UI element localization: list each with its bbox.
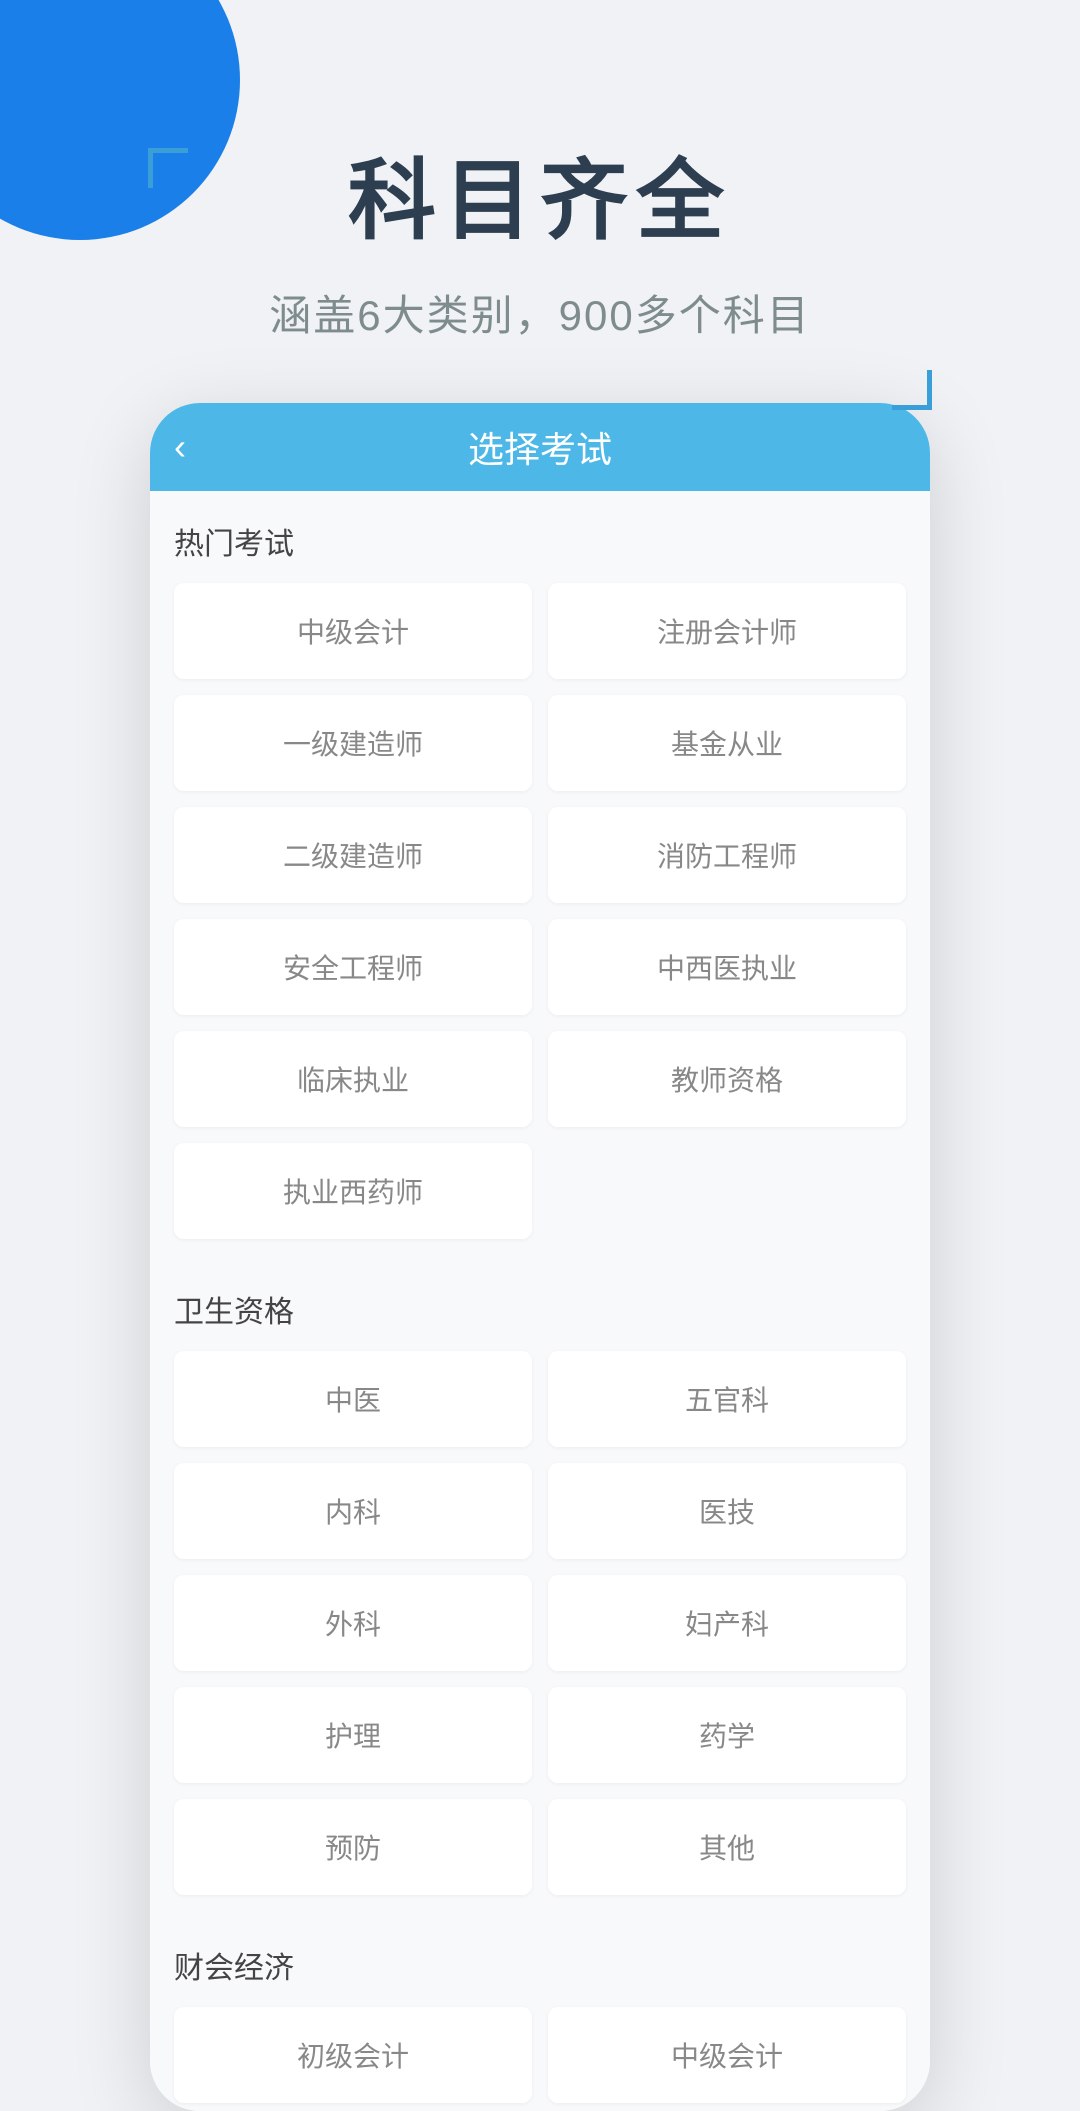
exam-item-neike[interactable]: 内科 (174, 1463, 532, 1559)
back-icon: ‹ (174, 426, 186, 468)
exam-item-chujikuaiji[interactable]: 初级会计 (174, 2007, 532, 2103)
finance-exam-grid: 初级会计 中级会计 (174, 2007, 906, 2103)
hot-exam-grid: 中级会计 注册会计师 一级建造师 基金从业 二级建造师 消防工程师 安全工程师 … (174, 583, 906, 1239)
nav-title: 选择考试 (234, 421, 846, 473)
app-navbar: ‹ 选择考试 (150, 403, 930, 491)
exam-item-yufang[interactable]: 预防 (174, 1799, 532, 1895)
exam-item-zhongjikuaiji[interactable]: 中级会计 (174, 583, 532, 679)
exam-item-erjijianzhashi[interactable]: 二级建造师 (174, 807, 532, 903)
exam-item-zhucekuaijishi[interactable]: 注册会计师 (548, 583, 906, 679)
bracket-top-left-decoration (148, 148, 188, 188)
app-content: 热门考试 中级会计 注册会计师 一级建造师 基金从业 二级建造师 消防工程师 安… (150, 491, 930, 2111)
exam-item-zhongyi[interactable]: 中医 (174, 1351, 532, 1447)
exam-item-wuguanke[interactable]: 五官科 (548, 1351, 906, 1447)
sub-title: 涵盖6大类别，900多个科目 (0, 282, 1080, 343)
health-exam-grid: 中医 五官科 内科 医技 外科 妇产科 护理 药学 预防 其他 (174, 1351, 906, 1895)
exam-item-jijincongye[interactable]: 基金从业 (548, 695, 906, 791)
exam-item-qita[interactable]: 其他 (548, 1799, 906, 1895)
category-health-title: 卫生资格 (174, 1287, 906, 1331)
exam-item-zhiyexiyaoshi[interactable]: 执业西药师 (174, 1143, 532, 1239)
exam-item-xiaofanggongchengshi[interactable]: 消防工程师 (548, 807, 906, 903)
exam-item-linchuangzhiye[interactable]: 临床执业 (174, 1031, 532, 1127)
bracket-bottom-right-decoration (892, 370, 932, 410)
exam-item-zhongjikuaiji2[interactable]: 中级会计 (548, 2007, 906, 2103)
exam-item-yaoxue[interactable]: 药学 (548, 1687, 906, 1783)
exam-item-anquangongchengshi[interactable]: 安全工程师 (174, 919, 532, 1015)
phone-mockup: ‹ 选择考试 热门考试 中级会计 注册会计师 一级建造师 基金从业 二级建造师 … (150, 403, 930, 2111)
category-finance-title: 财会经济 (174, 1943, 906, 1987)
exam-item-huli[interactable]: 护理 (174, 1687, 532, 1783)
category-hot: 热门考试 中级会计 注册会计师 一级建造师 基金从业 二级建造师 消防工程师 安… (174, 491, 906, 1259)
category-health: 卫生资格 中医 五官科 内科 医技 外科 妇产科 护理 药学 预防 其他 (174, 1259, 906, 1915)
category-finance: 财会经济 初级会计 中级会计 (174, 1915, 906, 2111)
exam-item-zhongxiyizhiye[interactable]: 中西医执业 (548, 919, 906, 1015)
exam-item-fuchanke[interactable]: 妇产科 (548, 1575, 906, 1671)
exam-item-jiaoshizige[interactable]: 教师资格 (548, 1031, 906, 1127)
header-section: 科目齐全 涵盖6大类别，900多个科目 (0, 0, 1080, 403)
exam-item-yijijianzhashi[interactable]: 一级建造师 (174, 695, 532, 791)
back-button[interactable]: ‹ (174, 426, 234, 468)
category-hot-title: 热门考试 (174, 519, 906, 563)
exam-item-waike[interactable]: 外科 (174, 1575, 532, 1671)
exam-item-yiji[interactable]: 医技 (548, 1463, 906, 1559)
